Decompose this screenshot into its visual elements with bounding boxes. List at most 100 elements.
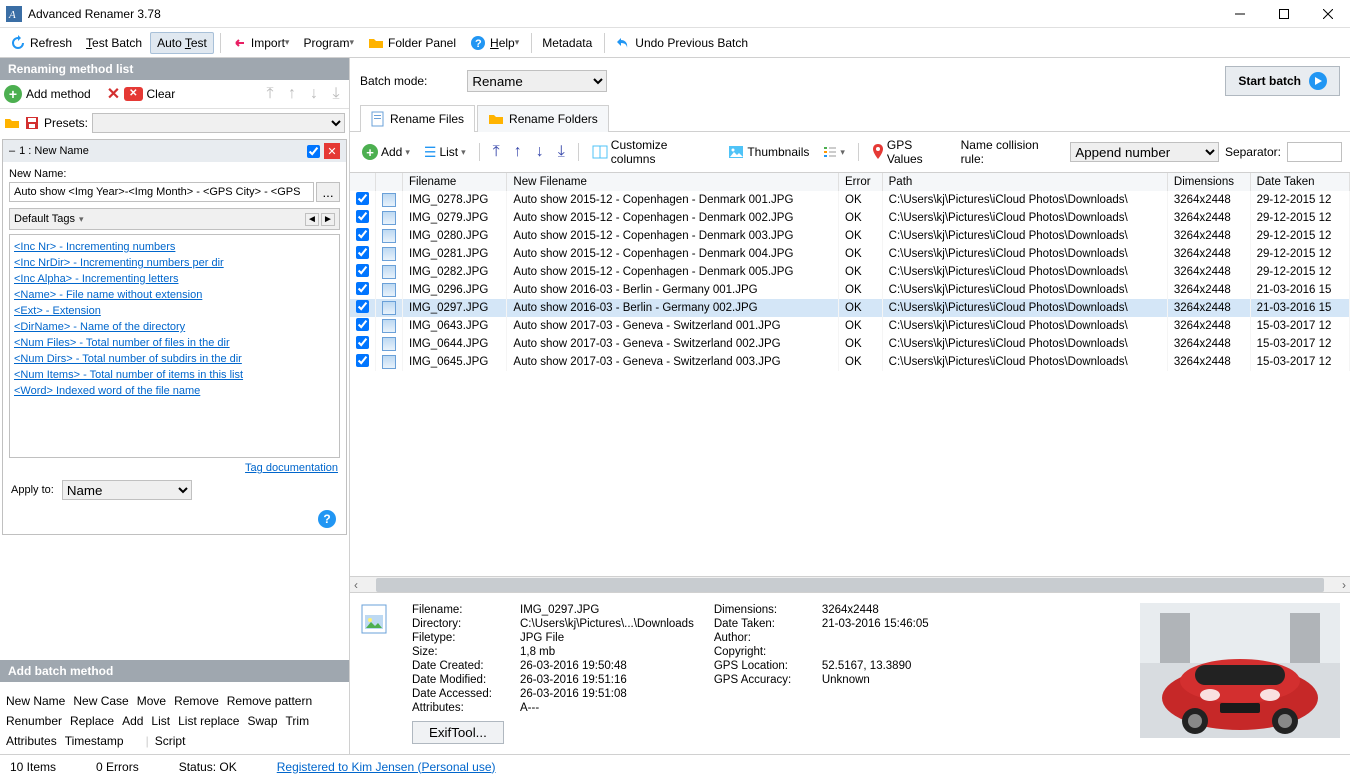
move-down-button[interactable]: ↓ <box>305 85 323 103</box>
tag-prev-button[interactable]: ◄ <box>305 213 319 226</box>
row-checkbox[interactable] <box>356 192 369 205</box>
tag-group-select[interactable]: Default Tags ▾ ◄► <box>9 208 340 230</box>
apply-to-select[interactable]: Name <box>62 480 192 500</box>
table-row[interactable]: IMG_0643.JPGAuto show 2017-03 - Geneva -… <box>350 317 1350 335</box>
table-row[interactable]: IMG_0280.JPGAuto show 2015-12 - Copenhag… <box>350 227 1350 245</box>
table-row[interactable]: IMG_0644.JPGAuto show 2017-03 - Geneva -… <box>350 335 1350 353</box>
horizontal-scrollbar[interactable]: ‹› <box>350 576 1350 592</box>
tag-link[interactable]: <Name> - File name without extension <box>14 287 335 303</box>
column-header[interactable]: Filename <box>403 173 507 191</box>
batch-method-link[interactable]: New Name <box>6 694 65 708</box>
batch-method-link[interactable]: Swap <box>247 714 277 728</box>
tab-rename-folders[interactable]: Rename Folders <box>477 105 609 132</box>
start-batch-button[interactable]: Start batch <box>1225 66 1340 96</box>
program-button[interactable]: Program <box>297 33 360 53</box>
move-up-button[interactable]: ↑ <box>510 141 526 163</box>
new-name-browse-button[interactable]: ... <box>316 182 340 202</box>
row-checkbox[interactable] <box>356 336 369 349</box>
table-row[interactable]: IMG_0297.JPGAuto show 2016-03 - Berlin -… <box>350 299 1350 317</box>
batch-method-link[interactable]: Remove <box>174 694 219 708</box>
row-checkbox[interactable] <box>356 264 369 277</box>
metadata-button[interactable]: Metadata <box>536 33 598 53</box>
tag-link[interactable]: <Ext> - Extension <box>14 303 335 319</box>
column-header[interactable]: Date Taken <box>1250 173 1349 191</box>
thumbnails-button[interactable]: Thumbnails <box>724 143 813 161</box>
column-header[interactable]: New Filename <box>507 173 839 191</box>
move-bottom-button[interactable]: ⤓ <box>327 85 345 103</box>
separator-input[interactable] <box>1287 142 1342 162</box>
tag-next-button[interactable]: ► <box>321 213 335 226</box>
new-name-input[interactable] <box>9 182 314 202</box>
column-header[interactable]: Error <box>839 173 883 191</box>
undo-button[interactable]: Undo Previous Batch <box>609 32 754 54</box>
row-checkbox[interactable] <box>356 246 369 259</box>
tab-rename-files[interactable]: Rename Files <box>360 105 475 132</box>
batch-method-link[interactable]: Replace <box>70 714 114 728</box>
batch-method-link[interactable]: Remove pattern <box>227 694 312 708</box>
row-checkbox[interactable] <box>356 318 369 331</box>
row-checkbox[interactable] <box>356 354 369 367</box>
clear-button[interactable]: Clear <box>147 87 176 101</box>
presets-select[interactable] <box>92 113 345 133</box>
tag-link[interactable]: <Inc Alpha> - Incrementing letters <box>14 271 335 287</box>
add-method-icon[interactable]: + <box>4 85 22 103</box>
tag-link[interactable]: <Num Items> - Total number of items in t… <box>14 367 335 383</box>
add-method-button[interactable]: Add method <box>26 87 91 101</box>
batch-method-link[interactable]: Move <box>137 694 166 708</box>
tag-link[interactable]: <Inc Nr> - Incrementing numbers <box>14 239 335 255</box>
row-checkbox[interactable] <box>356 210 369 223</box>
close-button[interactable] <box>1306 0 1350 28</box>
table-row[interactable]: IMG_0279.JPGAuto show 2015-12 - Copenhag… <box>350 209 1350 227</box>
help-button[interactable]: ?Help <box>464 32 525 54</box>
move-bottom-button[interactable]: ⤓ <box>554 141 569 163</box>
add-files-button[interactable]: +Add <box>358 142 414 162</box>
method-help-icon[interactable]: ? <box>318 510 336 528</box>
delete-method-button[interactable]: ✕ <box>107 84 120 104</box>
import-button[interactable]: Import <box>225 32 296 54</box>
tag-link[interactable]: <Inc NrDir> - Incrementing numbers per d… <box>14 255 335 271</box>
batch-mode-select[interactable]: Rename <box>467 70 607 92</box>
table-row[interactable]: IMG_0296.JPGAuto show 2016-03 - Berlin -… <box>350 281 1350 299</box>
clear-pill-icon[interactable]: ✕ <box>124 87 142 101</box>
batch-method-link[interactable]: Script <box>155 734 186 748</box>
tag-documentation-link[interactable]: Tag documentation <box>245 462 338 474</box>
tag-link[interactable]: <Num Files> - Total number of files in t… <box>14 335 335 351</box>
display-options-button[interactable] <box>819 143 849 161</box>
customize-columns-button[interactable]: Customize columns <box>588 136 719 168</box>
batch-method-link[interactable]: New Case <box>73 694 128 708</box>
batch-method-link[interactable]: Timestamp <box>65 734 124 748</box>
method-remove-button[interactable]: ✕ <box>324 143 340 159</box>
tag-link[interactable]: <Word> Indexed word of the file name <box>14 383 335 399</box>
auto-test-button[interactable]: Auto Test <box>150 32 214 54</box>
move-up-button[interactable]: ↑ <box>283 85 301 103</box>
batch-method-link[interactable]: Attributes <box>6 734 57 748</box>
row-checkbox[interactable] <box>356 228 369 241</box>
folder-panel-button[interactable]: Folder Panel <box>362 32 462 54</box>
column-header[interactable]: Dimensions <box>1167 173 1250 191</box>
move-down-button[interactable]: ↓ <box>532 141 548 163</box>
row-checkbox[interactable] <box>356 282 369 295</box>
table-row[interactable]: IMG_0278.JPGAuto show 2015-12 - Copenhag… <box>350 191 1350 209</box>
test-batch-button[interactable]: Test Batch <box>80 33 148 53</box>
open-preset-icon[interactable] <box>4 115 20 131</box>
table-row[interactable]: IMG_0281.JPGAuto show 2015-12 - Copenhag… <box>350 245 1350 263</box>
move-top-button[interactable]: ⤒ <box>489 141 504 163</box>
registration-link[interactable]: Registered to Kim Jensen (Personal use) <box>277 760 496 774</box>
file-grid[interactable]: FilenameNew FilenameErrorPathDimensionsD… <box>350 172 1350 576</box>
exiftool-button[interactable]: ExifTool... <box>412 721 504 744</box>
gps-values-button[interactable]: GPS Values <box>868 136 955 168</box>
maximize-button[interactable] <box>1262 0 1306 28</box>
row-checkbox[interactable] <box>356 300 369 313</box>
save-preset-icon[interactable] <box>24 115 40 131</box>
tag-link[interactable]: <DirName> - Name of the directory <box>14 319 335 335</box>
collision-select[interactable]: Append number <box>1070 142 1219 162</box>
move-top-button[interactable]: ⤒ <box>261 85 279 103</box>
refresh-button[interactable]: Refresh <box>4 32 78 54</box>
batch-method-link[interactable]: List <box>151 714 170 728</box>
table-row[interactable]: IMG_0645.JPGAuto show 2017-03 - Geneva -… <box>350 353 1350 371</box>
list-button[interactable]: ☰List <box>420 142 470 163</box>
batch-method-link[interactable]: Trim <box>286 714 310 728</box>
column-header[interactable]: Path <box>882 173 1167 191</box>
tag-link[interactable]: <Num Dirs> - Total number of subdirs in … <box>14 351 335 367</box>
batch-method-link[interactable]: Add <box>122 714 143 728</box>
